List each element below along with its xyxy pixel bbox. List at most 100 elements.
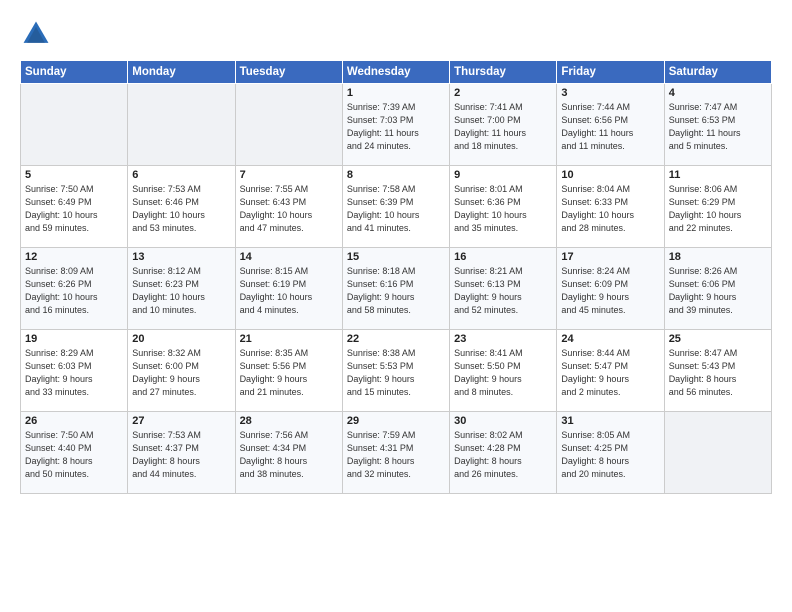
day-number: 26 — [25, 415, 123, 427]
week-row-1: 1 Sunrise: 7:39 AM Sunset: 7:03 PM Daylig… — [21, 84, 772, 166]
day-number: 10 — [561, 169, 659, 181]
day-number: 13 — [132, 251, 230, 263]
logo-icon — [20, 18, 52, 50]
day-number: 4 — [669, 87, 767, 99]
day-cell: 20 Sunrise: 8:32 AM Sunset: 6:00 PM Dayli… — [128, 330, 235, 412]
day-info: Sunrise: 7:47 AM Sunset: 6:53 PM Dayligh… — [669, 101, 767, 153]
day-info: Sunrise: 7:59 AM Sunset: 4:31 PM Dayligh… — [347, 429, 445, 481]
day-cell — [235, 84, 342, 166]
day-cell: 22 Sunrise: 8:38 AM Sunset: 5:53 PM Dayli… — [342, 330, 449, 412]
day-cell: 28Sunrise: 7:56 AM Sunset: 4:34 PM Dayli… — [235, 412, 342, 494]
day-cell: 7Sunrise: 7:55 AM Sunset: 6:43 PM Daylig… — [235, 166, 342, 248]
header — [20, 18, 772, 50]
day-cell: 9 Sunrise: 8:01 AM Sunset: 6:36 PM Daylig… — [450, 166, 557, 248]
day-cell: 30 Sunrise: 8:02 AM Sunset: 4:28 PM Dayli… — [450, 412, 557, 494]
day-info: Sunrise: 8:32 AM Sunset: 6:00 PM Dayligh… — [132, 347, 230, 399]
day-number: 19 — [25, 333, 123, 345]
day-number: 6 — [132, 169, 230, 181]
day-cell: 17 Sunrise: 8:24 AM Sunset: 6:09 PM Dayli… — [557, 248, 664, 330]
day-cell: 19 Sunrise: 8:29 AM Sunset: 6:03 PM Dayli… — [21, 330, 128, 412]
day-cell: 21 Sunrise: 8:35 AM Sunset: 5:56 PM Dayli… — [235, 330, 342, 412]
day-number: 18 — [669, 251, 767, 263]
day-info: Sunrise: 7:50 AM Sunset: 4:40 PM Dayligh… — [25, 429, 123, 481]
day-cell: 3Sunrise: 7:44 AM Sunset: 6:56 PM Daylig… — [557, 84, 664, 166]
day-number: 23 — [454, 333, 552, 345]
day-info: Sunrise: 8:29 AM Sunset: 6:03 PM Dayligh… — [25, 347, 123, 399]
day-cell — [664, 412, 771, 494]
day-cell: 26 Sunrise: 7:50 AM Sunset: 4:40 PM Dayli… — [21, 412, 128, 494]
day-cell: 13 Sunrise: 8:12 AM Sunset: 6:23 PM Dayli… — [128, 248, 235, 330]
day-number: 5 — [25, 169, 123, 181]
day-number: 31 — [561, 415, 659, 427]
day-info: Sunrise: 8:26 AM Sunset: 6:06 PM Dayligh… — [669, 265, 767, 317]
weekday-header-tuesday: Tuesday — [235, 61, 342, 84]
day-info: Sunrise: 8:04 AM Sunset: 6:33 PM Dayligh… — [561, 183, 659, 235]
day-cell: 25 Sunrise: 8:47 AM Sunset: 5:43 PM Dayli… — [664, 330, 771, 412]
weekday-header-saturday: Saturday — [664, 61, 771, 84]
day-number: 2 — [454, 87, 552, 99]
weekday-header-sunday: Sunday — [21, 61, 128, 84]
day-number: 11 — [669, 169, 767, 181]
day-info: Sunrise: 8:05 AM Sunset: 4:25 PM Dayligh… — [561, 429, 659, 481]
day-number: 20 — [132, 333, 230, 345]
day-cell: 29 Sunrise: 7:59 AM Sunset: 4:31 PM Dayli… — [342, 412, 449, 494]
day-info: Sunrise: 8:01 AM Sunset: 6:36 PM Dayligh… — [454, 183, 552, 235]
day-cell: 18 Sunrise: 8:26 AM Sunset: 6:06 PM Dayli… — [664, 248, 771, 330]
day-info: Sunrise: 8:24 AM Sunset: 6:09 PM Dayligh… — [561, 265, 659, 317]
day-cell: 6 Sunrise: 7:53 AM Sunset: 6:46 PM Daylig… — [128, 166, 235, 248]
day-info: Sunrise: 8:47 AM Sunset: 5:43 PM Dayligh… — [669, 347, 767, 399]
day-info: Sunrise: 8:21 AM Sunset: 6:13 PM Dayligh… — [454, 265, 552, 317]
day-info: Sunrise: 8:15 AM Sunset: 6:19 PM Dayligh… — [240, 265, 338, 317]
day-number: 25 — [669, 333, 767, 345]
page: SundayMondayTuesdayWednesdayThursdayFrid… — [0, 0, 792, 612]
week-row-4: 19 Sunrise: 8:29 AM Sunset: 6:03 PM Dayli… — [21, 330, 772, 412]
day-info: Sunrise: 7:39 AM Sunset: 7:03 PM Dayligh… — [347, 101, 445, 153]
day-number: 14 — [240, 251, 338, 263]
week-row-2: 5Sunrise: 7:50 AM Sunset: 6:49 PM Daylig… — [21, 166, 772, 248]
day-info: Sunrise: 8:02 AM Sunset: 4:28 PM Dayligh… — [454, 429, 552, 481]
day-info: Sunrise: 8:09 AM Sunset: 6:26 PM Dayligh… — [25, 265, 123, 317]
day-number: 9 — [454, 169, 552, 181]
day-cell: 14 Sunrise: 8:15 AM Sunset: 6:19 PM Dayli… — [235, 248, 342, 330]
week-row-3: 12 Sunrise: 8:09 AM Sunset: 6:26 PM Dayli… — [21, 248, 772, 330]
day-cell: 12 Sunrise: 8:09 AM Sunset: 6:26 PM Dayli… — [21, 248, 128, 330]
day-number: 22 — [347, 333, 445, 345]
weekday-header-thursday: Thursday — [450, 61, 557, 84]
day-cell: 5Sunrise: 7:50 AM Sunset: 6:49 PM Daylig… — [21, 166, 128, 248]
day-info: Sunrise: 7:55 AM Sunset: 6:43 PM Dayligh… — [240, 183, 338, 235]
day-cell — [128, 84, 235, 166]
day-info: Sunrise: 7:53 AM Sunset: 6:46 PM Dayligh… — [132, 183, 230, 235]
day-info: Sunrise: 7:53 AM Sunset: 4:37 PM Dayligh… — [132, 429, 230, 481]
day-number: 17 — [561, 251, 659, 263]
day-number: 21 — [240, 333, 338, 345]
day-info: Sunrise: 8:12 AM Sunset: 6:23 PM Dayligh… — [132, 265, 230, 317]
day-info: Sunrise: 8:38 AM Sunset: 5:53 PM Dayligh… — [347, 347, 445, 399]
weekday-header-friday: Friday — [557, 61, 664, 84]
day-number: 30 — [454, 415, 552, 427]
day-number: 29 — [347, 415, 445, 427]
day-number: 1 — [347, 87, 445, 99]
day-number: 24 — [561, 333, 659, 345]
day-number: 16 — [454, 251, 552, 263]
day-cell: 8 Sunrise: 7:58 AM Sunset: 6:39 PM Daylig… — [342, 166, 449, 248]
day-cell: 23 Sunrise: 8:41 AM Sunset: 5:50 PM Dayli… — [450, 330, 557, 412]
calendar: SundayMondayTuesdayWednesdayThursdayFrid… — [20, 60, 772, 494]
day-cell: 4 Sunrise: 7:47 AM Sunset: 6:53 PM Daylig… — [664, 84, 771, 166]
day-info: Sunrise: 8:18 AM Sunset: 6:16 PM Dayligh… — [347, 265, 445, 317]
day-info: Sunrise: 7:44 AM Sunset: 6:56 PM Dayligh… — [561, 101, 659, 153]
day-info: Sunrise: 8:41 AM Sunset: 5:50 PM Dayligh… — [454, 347, 552, 399]
day-cell: 16 Sunrise: 8:21 AM Sunset: 6:13 PM Dayli… — [450, 248, 557, 330]
day-number: 8 — [347, 169, 445, 181]
day-cell: 2Sunrise: 7:41 AM Sunset: 7:00 PM Daylig… — [450, 84, 557, 166]
weekday-header-row: SundayMondayTuesdayWednesdayThursdayFrid… — [21, 61, 772, 84]
day-info: Sunrise: 7:58 AM Sunset: 6:39 PM Dayligh… — [347, 183, 445, 235]
week-row-5: 26 Sunrise: 7:50 AM Sunset: 4:40 PM Dayli… — [21, 412, 772, 494]
day-info: Sunrise: 8:35 AM Sunset: 5:56 PM Dayligh… — [240, 347, 338, 399]
day-info: Sunrise: 8:06 AM Sunset: 6:29 PM Dayligh… — [669, 183, 767, 235]
day-cell: 1 Sunrise: 7:39 AM Sunset: 7:03 PM Daylig… — [342, 84, 449, 166]
day-info: Sunrise: 7:56 AM Sunset: 4:34 PM Dayligh… — [240, 429, 338, 481]
day-number: 12 — [25, 251, 123, 263]
day-cell: 15Sunrise: 8:18 AM Sunset: 6:16 PM Dayli… — [342, 248, 449, 330]
day-cell: 27Sunrise: 7:53 AM Sunset: 4:37 PM Dayli… — [128, 412, 235, 494]
day-cell: 24Sunrise: 8:44 AM Sunset: 5:47 PM Dayli… — [557, 330, 664, 412]
